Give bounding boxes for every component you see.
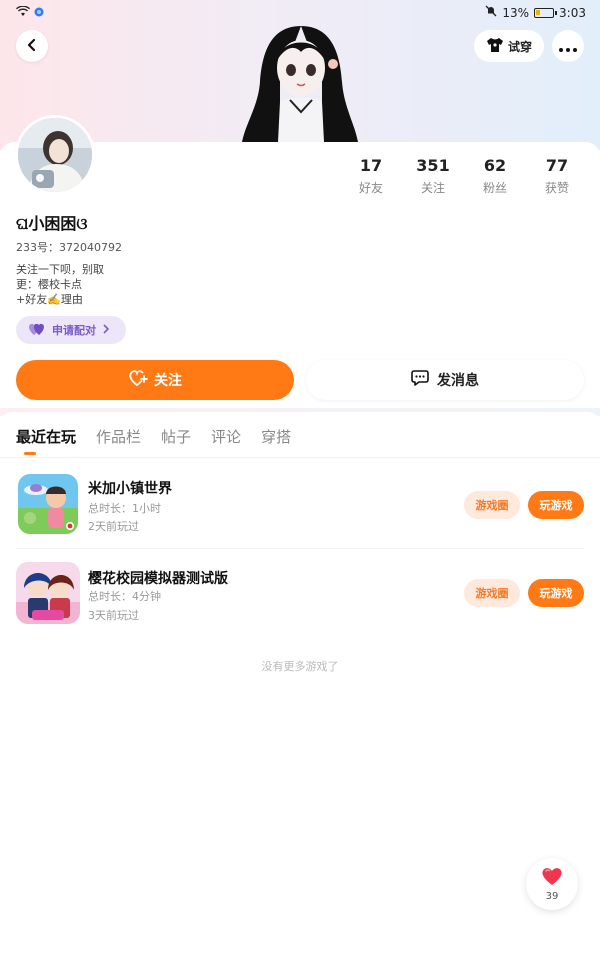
app-notification-icon <box>34 6 44 20</box>
profile-tabs: 最近在玩 作品栏 帖子 评论 穿搭 <box>0 412 600 458</box>
user-id: 233号：372040792 <box>16 241 122 254</box>
avatar[interactable] <box>15 115 95 195</box>
stat-label: 好友 <box>358 181 383 195</box>
chevron-left-icon <box>25 37 39 56</box>
more-dots-icon <box>559 37 577 56</box>
bio-line: 更：樱校卡点 <box>16 278 82 291</box>
follow-label: 关注 <box>154 373 182 389</box>
mute-bell-icon <box>485 5 497 20</box>
try-on-label: 试穿 <box>507 39 532 54</box>
game-duration: 总时长：4分钟 <box>88 590 161 603</box>
game-circle-button[interactable]: 游戏圈 <box>464 491 520 519</box>
send-message-button[interactable]: 发消息 <box>306 360 584 400</box>
tab-posts[interactable]: 帖子 <box>161 426 191 447</box>
game-circle-button[interactable]: 游戏圈 <box>464 579 520 607</box>
chevron-right-icon <box>102 323 110 337</box>
stat-likes[interactable]: 77 获赞 <box>526 156 588 196</box>
list-item[interactable]: 樱花校园模拟器测试版 总时长：4分钟 3天前玩过 游戏圈 玩游戏 <box>0 550 600 636</box>
bio: 关注一下呗，别取 更：樱校卡点 +好友✍️理由 <box>16 262 104 307</box>
list-item[interactable]: 米加小镇世界 总时长：1小时 2天前玩过 游戏圈 玩游戏 <box>0 462 600 548</box>
battery-icon <box>534 7 558 18</box>
stat-fans[interactable]: 62 粉丝 <box>464 156 526 196</box>
wifi-icon <box>16 5 30 20</box>
chat-bubble-icon <box>411 369 429 391</box>
stat-label: 关注 <box>420 181 445 195</box>
double-heart-icon <box>28 322 46 339</box>
tab-recently-played[interactable]: 最近在玩 <box>16 426 76 447</box>
stat-value: 62 <box>483 156 507 175</box>
username: ଘ小困困ଓ <box>16 214 88 233</box>
tab-works[interactable]: 作品栏 <box>96 426 141 447</box>
follow-button[interactable]: 关注 <box>16 360 294 400</box>
heart-plus-icon <box>128 369 148 391</box>
more-options-button[interactable] <box>552 30 584 62</box>
pair-label: 申请配对 <box>52 324 96 337</box>
stat-value: 351 <box>416 156 450 175</box>
game-last-played: 2天前玩过 <box>88 520 139 533</box>
stat-label: 获赞 <box>544 181 569 195</box>
game-title: 樱花校园模拟器测试版 <box>88 571 228 587</box>
stat-friends[interactable]: 17 好友 <box>340 156 402 196</box>
clock-time: 3:03 <box>559 5 586 20</box>
list-divider <box>16 548 584 549</box>
game-duration: 总时长：1小时 <box>88 502 161 515</box>
like-count: 39 <box>545 891 559 902</box>
stat-value: 17 <box>359 156 383 175</box>
play-game-button[interactable]: 玩游戏 <box>528 579 584 607</box>
avatar-character-illustration <box>240 22 362 142</box>
battery-percent: 13% <box>502 5 530 20</box>
game-icon-sakura-school[interactable] <box>16 562 80 624</box>
try-on-button[interactable]: 试穿 <box>474 30 544 62</box>
message-label: 发消息 <box>437 373 479 389</box>
back-button[interactable] <box>16 30 48 62</box>
stat-value: 77 <box>545 156 569 175</box>
profile-stats: 17 好友 351 关注 62 粉丝 77 获赞 <box>340 156 590 196</box>
game-title: 米加小镇世界 <box>88 481 172 497</box>
stat-following[interactable]: 351 关注 <box>402 156 464 196</box>
like-button[interactable]: 39 <box>526 858 578 910</box>
game-last-played: 3天前玩过 <box>88 609 139 622</box>
bio-line: 关注一下呗，别取 <box>16 263 104 276</box>
stat-label: 粉丝 <box>482 181 507 195</box>
end-of-list-text: 没有更多游戏了 <box>261 660 339 673</box>
bio-line: +好友✍️理由 <box>16 293 83 306</box>
play-game-button[interactable]: 玩游戏 <box>528 491 584 519</box>
active-tab-indicator <box>24 452 36 455</box>
shirt-icon <box>486 37 504 56</box>
request-pair-button[interactable]: 申请配对 <box>16 316 126 344</box>
tab-comments[interactable]: 评论 <box>211 426 241 447</box>
game-icon-miga-town[interactable] <box>18 474 78 534</box>
tab-outfits[interactable]: 穿搭 <box>261 426 291 447</box>
heart-icon <box>541 866 563 890</box>
